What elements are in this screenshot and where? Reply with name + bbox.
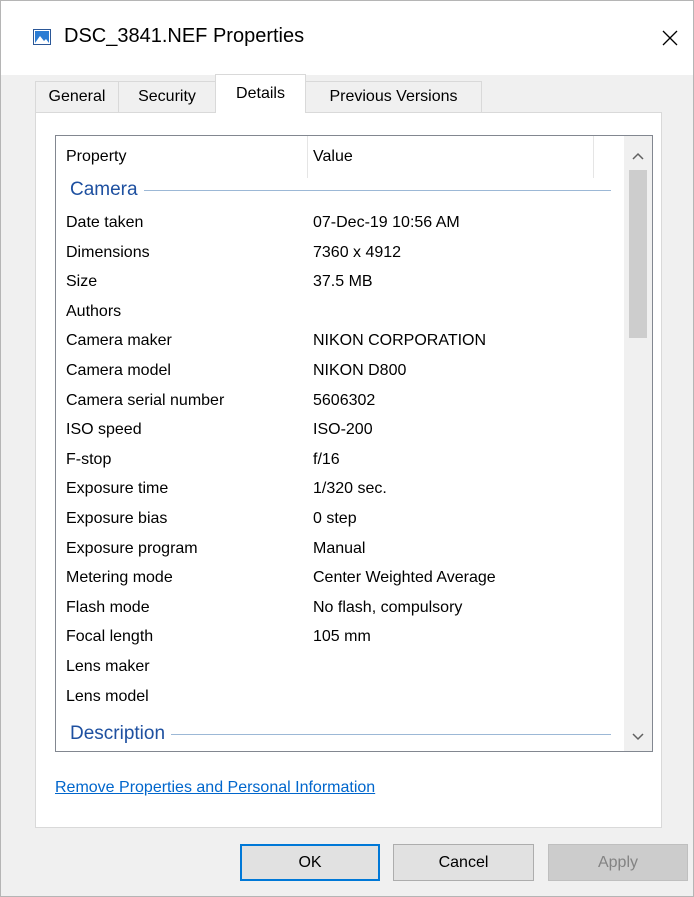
property-row[interactable]: Authors [56,297,624,327]
property-value: ISO-200 [313,421,373,439]
property-name: Metering mode [66,569,173,587]
property-value: 7360 x 4912 [313,243,402,261]
window-title: DSC_3841.NEF Properties [64,25,305,47]
property-row[interactable]: Metering mode Center Weighted Average [56,563,624,593]
property-name: Camera model [66,362,171,379]
scrollbar-thumb[interactable] [629,170,647,338]
column-header-property[interactable]: Property [66,136,126,178]
property-name: Lens maker [66,658,150,675]
property-row[interactable]: Camera maker NIKON CORPORATION [56,326,624,356]
tab-general[interactable]: General [35,81,119,112]
group-divider [143,189,611,191]
property-value: 5606302 [313,391,376,409]
property-name: Exposure program [66,539,198,557]
property-value: Center Weighted Average [313,569,496,587]
property-value: 37.5 MB [313,273,373,291]
property-name: Lens model [66,687,149,705]
tab-previous-versions[interactable]: Previous Versions [305,81,482,112]
property-row[interactable]: Exposure bias 0 step [56,504,624,534]
title-bar: DSC_3841.NEF Properties [1,1,693,75]
tab-details[interactable]: Details [215,74,306,113]
cancel-button[interactable]: Cancel [393,844,534,881]
details-list[interactable]: Property Value Camera Date taken 07-Dec-1… [55,135,653,752]
property-name: Date taken [66,214,144,231]
chevron-up-icon [632,152,644,160]
group-label-camera: Camera [70,179,138,200]
apply-button[interactable]: Apply [548,844,688,881]
group-divider [171,733,611,735]
property-value: NIKON CORPORATION [313,332,487,350]
property-row[interactable]: Exposure time 1/320 sec. [56,474,624,504]
property-row[interactable]: Flash mode No flash, compulsory [56,593,624,623]
tab-security[interactable]: Security [118,81,216,112]
group-header-description[interactable]: Description [70,721,611,747]
group-header-camera[interactable]: Camera [70,177,611,203]
property-value: 07-Dec-19 10:56 AM [313,214,460,231]
remove-properties-link[interactable]: Remove Properties and Personal Informati… [55,779,375,797]
property-value: 0 step [313,510,357,527]
property-row[interactable]: Camera model NIKON D800 [56,356,624,386]
column-header-value[interactable]: Value [313,136,353,178]
close-button[interactable] [647,15,693,61]
property-row[interactable]: Dimensions 7360 x 4912 [56,238,624,268]
property-row[interactable]: Lens maker [56,652,624,682]
property-name: Flash mode [66,598,150,616]
property-value: NIKON D800 [313,362,407,379]
property-name: Size [66,273,98,291]
property-row[interactable]: Focal length 105 mm [56,622,624,652]
property-name: Focal length [66,628,154,646]
property-name: Authors [66,302,122,320]
property-value: 1/320 sec. [313,480,387,498]
property-value: Manual [313,539,366,557]
chevron-down-icon [632,733,644,741]
scroll-up-button[interactable] [624,142,652,170]
ok-button[interactable]: OK [240,844,380,881]
property-row[interactable]: ISO speed ISO-200 [56,415,624,445]
property-value: f/16 [313,450,340,468]
property-name: Exposure bias [66,510,168,527]
property-row[interactable]: Lens model [56,682,624,712]
property-row[interactable]: F-stop f/16 [56,445,624,475]
property-name: Dimensions [66,243,150,261]
property-name: F-stop [66,450,112,468]
vertical-scrollbar[interactable] [624,136,652,751]
property-row[interactable]: Camera serial number 5606302 [56,386,624,416]
column-divider[interactable] [307,136,308,178]
property-value: 105 mm [313,628,371,646]
property-row[interactable]: Size 37.5 MB [56,267,624,297]
scroll-down-button[interactable] [624,723,652,751]
close-icon [662,30,678,46]
property-name: Camera serial number [66,391,225,409]
property-name: ISO speed [66,421,142,439]
column-divider[interactable] [593,136,594,178]
properties-dialog: DSC_3841.NEF Properties General Security… [0,0,694,897]
image-file-icon [33,29,51,45]
property-row[interactable]: Exposure program Manual [56,534,624,564]
property-name: Exposure time [66,480,169,498]
property-name: Camera maker [66,332,172,350]
property-value: No flash, compulsory [313,598,463,616]
property-row[interactable]: Date taken 07-Dec-19 10:56 AM [56,208,624,238]
group-label-description: Description [70,723,166,744]
